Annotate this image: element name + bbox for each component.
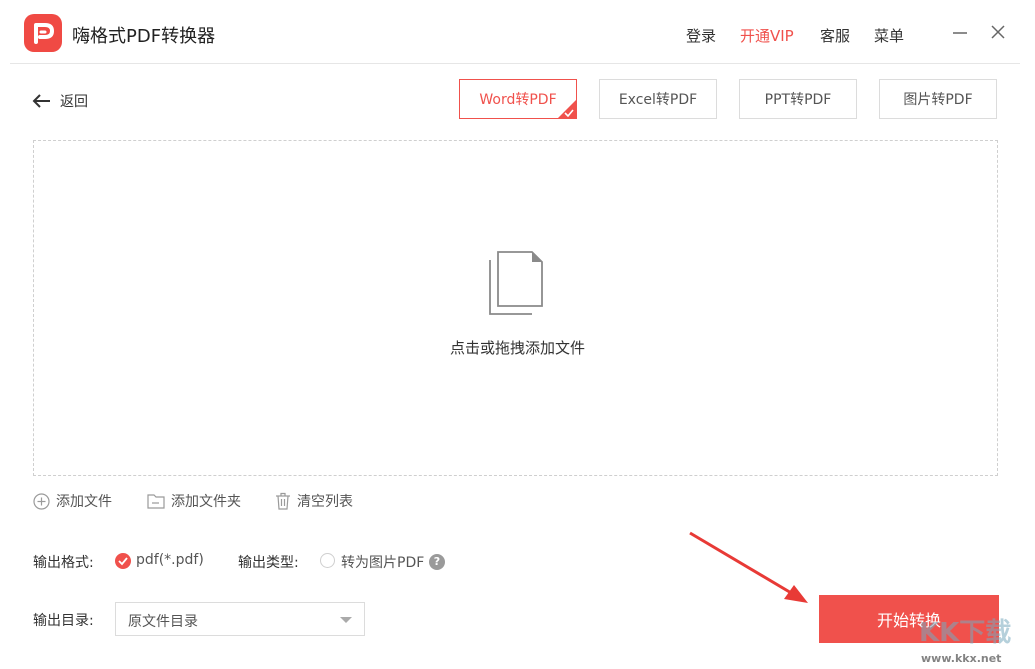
tab-excel-to-pdf[interactable]: Excel转PDF xyxy=(599,79,717,119)
back-button[interactable]: 返回 xyxy=(32,90,88,112)
tab-label: Word转PDF xyxy=(479,92,557,108)
tab-label: PPT转PDF xyxy=(764,92,832,108)
clear-list-button[interactable]: 清空列表 xyxy=(275,491,353,511)
format-radio-selected[interactable] xyxy=(115,553,131,569)
tab-label: 图片转PDF xyxy=(903,92,973,108)
image-pdf-option-label: 转为图片PDF xyxy=(341,555,425,571)
output-type-label: 输出类型: xyxy=(238,555,299,571)
vip-link[interactable]: 开通VIP xyxy=(740,25,794,46)
output-dir-select[interactable]: 原文件目录 xyxy=(115,602,365,636)
tab-label: Excel转PDF xyxy=(618,92,698,108)
trash-icon xyxy=(276,492,290,510)
tab-ppt-to-pdf[interactable]: PPT转PDF xyxy=(739,79,857,119)
app-logo-icon xyxy=(24,14,62,52)
check-icon xyxy=(118,557,128,566)
drop-hint: 点击或拖拽添加文件 xyxy=(449,339,585,357)
back-label: 返回 xyxy=(60,94,88,110)
output-format-label: 输出格式: xyxy=(33,555,94,571)
title-divider xyxy=(10,63,1020,64)
app-title: 嗨格式PDF转换器 xyxy=(72,26,216,47)
menu-link[interactable]: 菜单 xyxy=(874,25,904,46)
help-icon[interactable]: ? xyxy=(429,554,445,570)
login-link[interactable]: 登录 xyxy=(686,25,716,46)
close-icon[interactable] xyxy=(988,22,1008,42)
watermark-url: www.kkx.net xyxy=(921,652,1002,665)
add-file-label: 添加文件 xyxy=(56,494,112,510)
watermark-logo: KK下载 www.kkx.net xyxy=(915,612,1033,668)
output-dir-value: 原文件目录 xyxy=(128,614,198,630)
add-file-button[interactable]: 添加文件 xyxy=(33,491,112,511)
image-pdf-radio[interactable] xyxy=(320,553,335,568)
watermark-brand: KK下载 xyxy=(919,618,1012,648)
annotation-arrow-icon xyxy=(689,531,808,603)
minimize-icon[interactable] xyxy=(950,22,970,42)
folder-icon xyxy=(147,494,165,509)
dropdown-caret-icon xyxy=(340,617,352,623)
add-folder-label: 添加文件夹 xyxy=(171,494,241,510)
output-format-value: pdf(*.pdf) xyxy=(136,552,204,568)
file-icon xyxy=(488,250,544,318)
back-arrow-icon xyxy=(32,94,50,108)
clear-list-label: 清空列表 xyxy=(297,494,353,510)
customer-service-link[interactable]: 客服 xyxy=(820,25,850,46)
add-folder-button[interactable]: 添加文件夹 xyxy=(147,491,241,511)
tab-word-to-pdf[interactable]: Word转PDF xyxy=(459,79,577,119)
check-icon xyxy=(564,109,574,117)
tab-image-to-pdf[interactable]: 图片转PDF xyxy=(879,79,997,119)
output-dir-label: 输出目录: xyxy=(33,613,94,629)
plus-circle-icon xyxy=(33,492,50,510)
